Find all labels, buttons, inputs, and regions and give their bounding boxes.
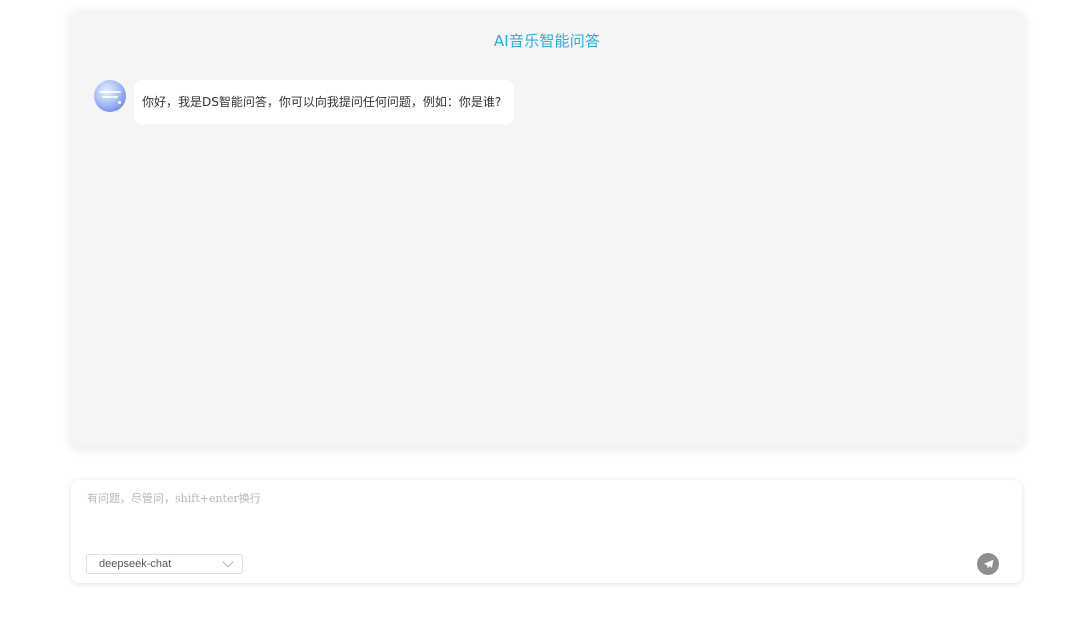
avatar-note-decoration (118, 101, 121, 104)
composer-card: deepseek-chat (71, 480, 1022, 583)
assistant-message: 你好，我是DS智能问答，你可以向我提问任何问题，例如：你是谁? (94, 80, 515, 124)
chat-panel: AI音乐智能问答 你好，我是DS智能问答，你可以向我提问任何问题，例如：你是谁? (70, 10, 1024, 447)
paper-plane-icon (983, 559, 993, 569)
assistant-avatar-icon (94, 80, 126, 112)
model-select[interactable]: deepseek-chat (86, 554, 243, 574)
question-input[interactable] (87, 490, 987, 540)
page-title: AI音乐智能问答 (493, 32, 601, 50)
chevron-down-icon (222, 556, 234, 568)
message-bubble: 你好，我是DS智能问答，你可以向我提问任何问题，例如：你是谁? (134, 80, 515, 124)
send-button[interactable] (977, 553, 999, 575)
avatar-wave-decoration (99, 91, 121, 93)
avatar-wave-decoration (102, 96, 118, 98)
model-select-value: deepseek-chat (99, 558, 172, 570)
